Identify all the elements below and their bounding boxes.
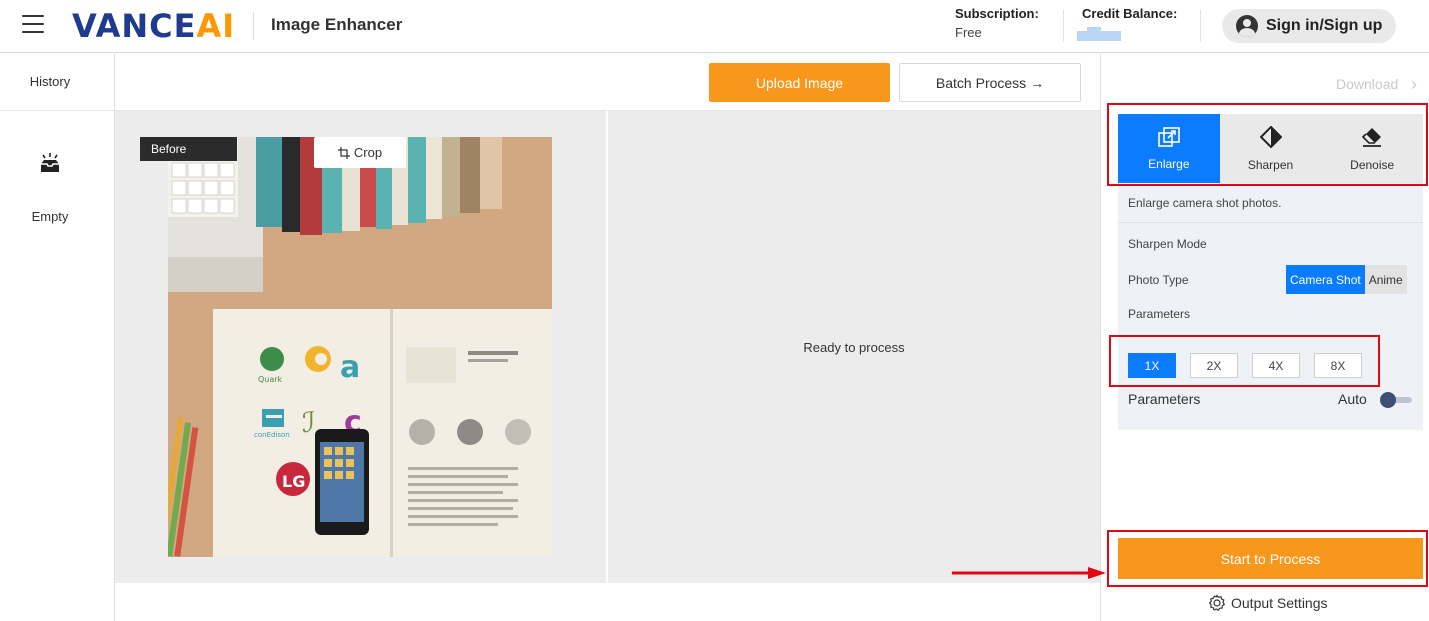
scale-2x-button[interactable]: 2X: [1190, 353, 1238, 378]
chevron-right-icon: ›: [1411, 74, 1417, 94]
vanceai-logo[interactable]: VANCEAI: [72, 7, 235, 45]
history-label[interactable]: History: [0, 74, 100, 89]
header-divider: [253, 12, 254, 40]
svg-text:LG: LG: [282, 472, 305, 491]
sharpen-icon: [1259, 125, 1282, 148]
result-canvas: Ready to process: [608, 111, 1100, 583]
download-link[interactable]: Download: [1336, 76, 1398, 92]
output-settings-label: Output Settings: [1231, 595, 1328, 611]
scale-8x-button[interactable]: 8X: [1314, 353, 1362, 378]
parameters-auto-label: Parameters: [1128, 391, 1201, 407]
upload-image-button[interactable]: Upload Image: [709, 63, 890, 102]
empty-inbox-icon: [41, 153, 59, 172]
photo-type-toggle: Camera Shot Anime: [1286, 265, 1407, 294]
photo-type-label: Photo Type: [1128, 273, 1189, 287]
photo-type-anime[interactable]: Anime: [1364, 265, 1407, 294]
parameters-label: Parameters: [1128, 307, 1191, 321]
before-canvas: Quark a conEdison ℐ c LG Before Crop: [115, 111, 606, 583]
before-badge: Before: [140, 137, 237, 161]
scale-options: 1X 2X 4X 8X: [1128, 353, 1362, 378]
uploaded-photo: Quark a conEdison ℐ c LG: [168, 137, 552, 557]
arrow-right-icon: [952, 567, 1106, 579]
tab-denoise-label: Denoise: [1350, 157, 1395, 172]
crop-label: Crop: [353, 145, 383, 160]
tab-denoise[interactable]: Denoise: [1321, 114, 1423, 183]
header-divider: [1200, 10, 1201, 42]
tab-enlarge-label: Enlarge: [1148, 156, 1190, 171]
mode-tabs: Enlarge Sharpen Denoise: [1118, 114, 1423, 183]
start-to-process-button[interactable]: Start to Process: [1118, 538, 1423, 579]
sharpen-mode-label: Sharpen Mode: [1128, 237, 1207, 251]
svg-text:a: a: [340, 350, 360, 385]
sidebar-divider: [0, 110, 115, 111]
svg-text:Quark: Quark: [258, 375, 283, 384]
crop-button[interactable]: Crop: [314, 137, 406, 168]
gear-icon: [1208, 594, 1226, 612]
enhance-options: Enlarge Sharpen Denoise Enlarge camera s…: [1118, 114, 1423, 430]
svg-text:ℐ: ℐ: [302, 406, 315, 439]
mode-description: Enlarge camera shot photos.: [1128, 196, 1282, 210]
menu-icon[interactable]: [22, 15, 44, 33]
subscription-label: Subscription:: [955, 6, 1039, 21]
batch-process-button[interactable]: Batch Process →: [899, 63, 1081, 102]
panel-divider: [1118, 222, 1423, 223]
credit-balance-value: [1077, 27, 1121, 41]
history-sidebar: History Empty: [0, 54, 115, 621]
auto-toggle[interactable]: [1376, 392, 1414, 408]
output-settings-link[interactable]: Output Settings: [1208, 594, 1328, 612]
crop-icon: [337, 146, 350, 159]
auto-label: Auto: [1338, 391, 1367, 407]
empty-history-label: Empty: [31, 209, 69, 224]
tab-sharpen-label: Sharpen: [1247, 157, 1294, 172]
logo-main: VANCE: [72, 7, 197, 45]
tab-enlarge[interactable]: Enlarge: [1118, 114, 1220, 183]
scale-1x-button[interactable]: 1X: [1128, 353, 1176, 378]
tab-sharpen[interactable]: Sharpen: [1220, 114, 1322, 183]
credit-balance-label: Credit Balance:: [1082, 6, 1178, 21]
logo-accent: AI: [196, 7, 236, 45]
user-icon: [1236, 15, 1258, 37]
ready-status: Ready to process: [803, 340, 905, 355]
photo-type-camera-shot[interactable]: Camera Shot: [1286, 265, 1365, 294]
svg-text:conEdison: conEdison: [254, 431, 290, 439]
enlarge-icon: [1158, 126, 1180, 147]
sign-in-button[interactable]: Sign in/Sign up: [1222, 9, 1396, 43]
top-header: VANCEAI Image Enhancer Subscription: Fre…: [0, 0, 1429, 53]
subscription-value: Free: [955, 25, 982, 40]
scale-4x-button[interactable]: 4X: [1252, 353, 1300, 378]
app-title: Image Enhancer: [271, 15, 403, 34]
denoise-icon: [1362, 127, 1382, 147]
header-divider: [1063, 10, 1064, 42]
sign-in-label: Sign in/Sign up: [1266, 17, 1383, 34]
